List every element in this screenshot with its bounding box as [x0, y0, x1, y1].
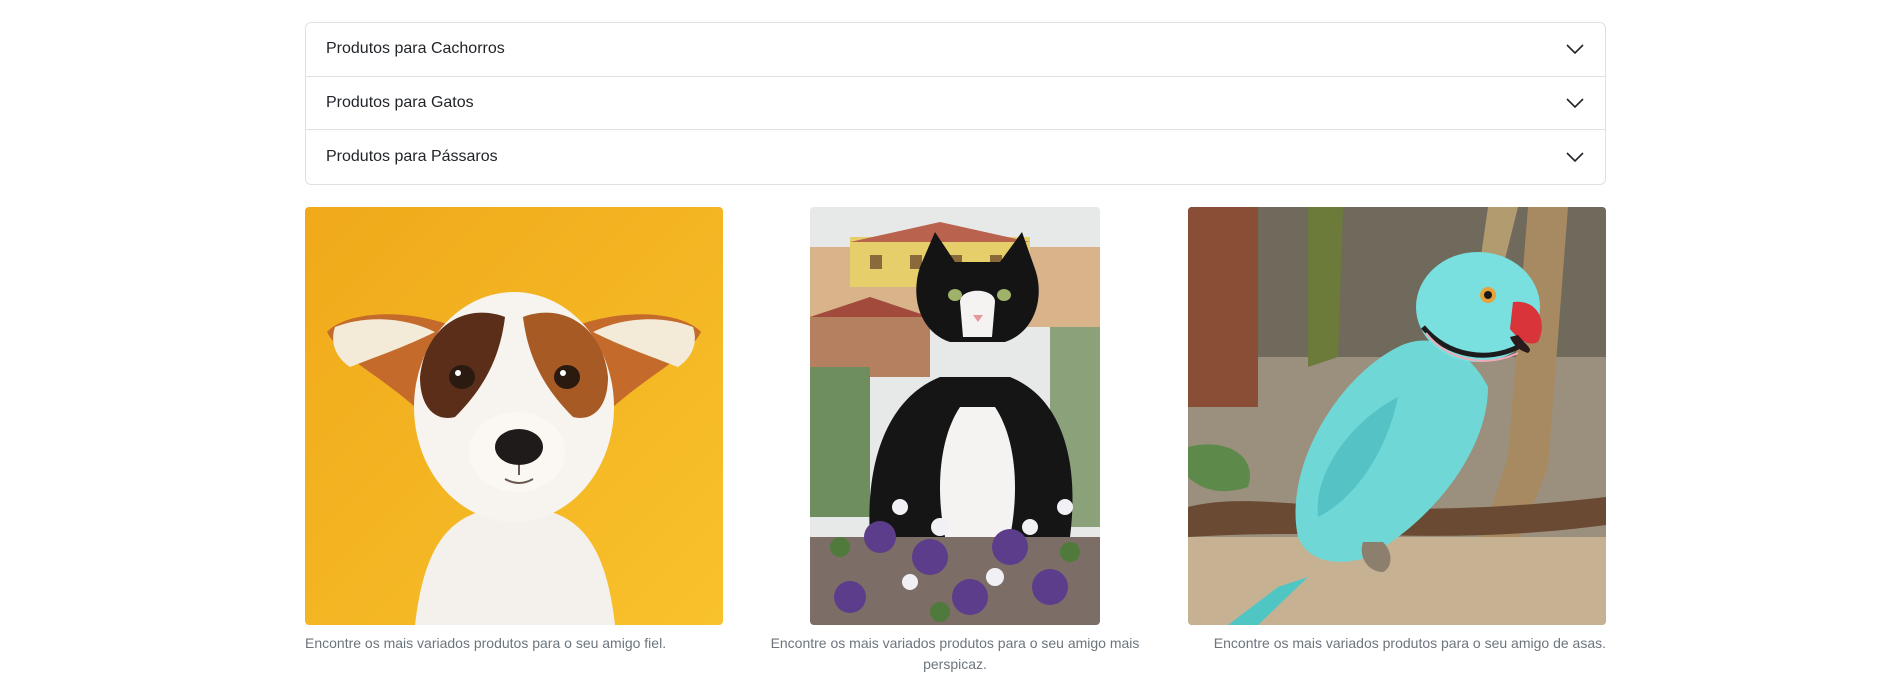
product-accordion: Produtos para Cachorros Produtos para Ga… [305, 22, 1606, 185]
accordion-label-birds: Produtos para Pássaros [326, 147, 498, 165]
accordion-item-birds[interactable]: Produtos para Pássaros [306, 130, 1605, 184]
figure-cat: Encontre os mais variados produtos para … [770, 207, 1140, 675]
chevron-down-icon [1565, 147, 1585, 167]
caption-parrot: Encontre os mais variados produtos para … [1213, 635, 1606, 651]
figure-dog: Encontre os mais variados produtos para … [305, 207, 723, 654]
accordion-item-cats[interactable]: Produtos para Gatos [306, 77, 1605, 130]
dog-photo [305, 207, 723, 625]
chevron-down-icon [1565, 39, 1585, 59]
caption-cat: Encontre os mais variados produtos para … [770, 635, 1140, 672]
accordion-label-cats: Produtos para Gatos [326, 93, 474, 111]
chevron-down-icon [1565, 93, 1585, 113]
parrot-photo [1188, 207, 1606, 625]
accordion-label-dogs: Produtos para Cachorros [326, 40, 505, 58]
cat-photo [810, 207, 1100, 625]
accordion-item-dogs[interactable]: Produtos para Cachorros [306, 23, 1605, 77]
figure-parrot: Encontre os mais variados produtos para … [1188, 207, 1606, 654]
caption-dog: Encontre os mais variados produtos para … [305, 635, 667, 651]
